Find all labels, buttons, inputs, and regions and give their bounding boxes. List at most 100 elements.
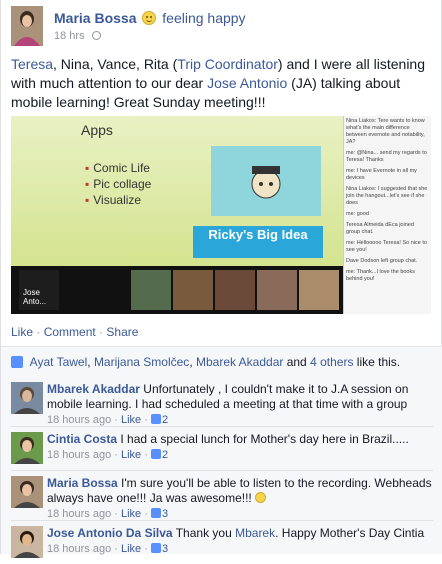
post-meta: 18 hrs [54, 30, 101, 42]
likes-separator: and [283, 355, 311, 369]
thumbs-up-icon [11, 356, 23, 368]
commenter-name-link[interactable]: Maria Bossa [47, 476, 118, 490]
comment-like-link[interactable]: Like [121, 543, 141, 555]
commenter-avatar[interactable] [11, 432, 43, 464]
participant-thumb[interactable] [257, 270, 297, 310]
comment-meta: 18 hours ago · Like · 2 [47, 448, 435, 463]
feeling-text[interactable]: feeling happy [162, 10, 245, 26]
post-header: Maria Bossa feeling happy 18 hrs [1, 0, 441, 52]
like-count-icon [150, 543, 161, 553]
commenter-avatar[interactable] [11, 526, 43, 558]
post-timestamp[interactable]: 18 hrs [54, 30, 85, 42]
separator-dot: · [111, 543, 121, 555]
participant-label: Jose Anto... [23, 288, 47, 306]
tagged-person-link[interactable]: Jose Antonio [207, 75, 287, 91]
likes-bar: Ayat Tawel, Marijana Smolčec, Mbarek Aka… [1, 346, 442, 376]
like-count-icon [150, 508, 161, 518]
comment-divider [11, 520, 433, 521]
comment-timestamp[interactable]: 18 hours ago [47, 449, 111, 461]
likes-suffix: like this. [353, 355, 401, 369]
like-count[interactable]: 2 [162, 449, 168, 461]
chat-message: me: I have Evernote in all my devices [346, 168, 417, 181]
slide: Apps Comic LifePic collageVisualize Rick… [11, 116, 343, 266]
like-count-icon [150, 449, 161, 459]
likes-separator: , [189, 355, 196, 369]
commenter-name-link[interactable]: Cintia Costa [47, 432, 117, 446]
hangout-strip: Jose Anto... [11, 266, 343, 314]
participant-thumb[interactable] [215, 270, 255, 310]
participant-thumb[interactable]: Jose Anto... [19, 270, 59, 310]
chat-message: Nina Liakos: Tere wants to know what's t… [346, 118, 425, 145]
comment: Cintia Costa I had a special lunch for M… [1, 426, 442, 470]
likes-others-link[interactable]: 4 others [310, 355, 353, 369]
separator-dot: · [111, 508, 121, 520]
globe-icon[interactable] [91, 31, 101, 40]
like-count-icon [150, 414, 161, 424]
separator-dot: · [141, 508, 151, 520]
slide-bullet: Comic Life [85, 160, 151, 176]
author-name[interactable]: Maria Bossa [54, 10, 136, 26]
divider [1, 346, 442, 347]
comment-timestamp[interactable]: 18 hours ago [47, 414, 111, 426]
liker-name-link[interactable]: Marijana Smolčec [94, 355, 189, 369]
share-link[interactable]: Share [106, 325, 138, 339]
author-line: Maria Bossa feeling happy [54, 10, 246, 26]
comment: Mbarek Akaddar Unfortunately , I couldn'… [1, 376, 442, 426]
participant-thumb[interactable] [131, 270, 171, 310]
chat-message: me: Thank...I love the books behind you! [346, 269, 415, 282]
likes-separator: , [87, 355, 94, 369]
comment-timestamp[interactable]: 18 hours ago [47, 543, 111, 555]
comment-like-link[interactable]: Like [121, 449, 141, 461]
comment-timestamp[interactable]: 18 hours ago [47, 508, 111, 520]
chat-message: Nina Liakos: I suggested that she join t… [346, 186, 428, 206]
chat-message: me: @Nina... send my regards to Teresa! … [346, 150, 427, 163]
post-text-segment: , Nina, Vance, Rita ( [53, 56, 178, 72]
like-count[interactable]: 2 [162, 414, 168, 426]
comment-body: Jose Antonio Da Silva Thank you Mbarek. … [47, 526, 435, 557]
participant-thumb[interactable] [299, 270, 339, 310]
separator-dot: · [141, 414, 151, 426]
separator-dot: · [141, 543, 151, 555]
sticker-title: Ricky's Big Idea [193, 226, 323, 258]
comment-meta: 18 hours ago · Like · 3 [47, 542, 435, 557]
commenter-avatar[interactable] [11, 476, 43, 508]
sticker-image [211, 146, 321, 216]
commenter-avatar[interactable] [11, 382, 43, 414]
mentioned-person-link[interactable]: Mbarek [235, 526, 275, 540]
happy-face-icon [142, 11, 157, 25]
slide-bullet: Pic collage [85, 176, 151, 192]
separator-dot: · [141, 449, 151, 461]
comment-text: . Happy Mother's Day Cintia [275, 526, 425, 540]
like-count[interactable]: 3 [162, 508, 168, 520]
like-link[interactable]: Like [11, 325, 33, 339]
chat-panel: Nina Liakos: Tere wants to know what's t… [343, 116, 431, 314]
separator-dot: · [36, 325, 44, 339]
commenter-name-link[interactable]: Jose Antonio Da Silva [47, 526, 173, 540]
tagged-person-link[interactable]: Trip Coordinator [177, 56, 278, 72]
liker-name-link[interactable]: Mbarek Akaddar [196, 355, 283, 369]
smile-emoji-icon [255, 492, 267, 503]
comment-link[interactable]: Comment [44, 325, 96, 339]
comment-divider [11, 426, 433, 427]
slide-title: Apps [81, 122, 113, 138]
comments-list: Mbarek Akaddar Unfortunately , I couldn'… [1, 376, 442, 558]
comment-like-link[interactable]: Like [121, 414, 141, 426]
post-image[interactable]: Apps Comic LifePic collageVisualize Rick… [11, 116, 431, 314]
facebook-post: Maria Bossa feeling happy 18 hrs Teresa,… [0, 0, 442, 558]
comment-body: Maria Bossa I'm sure you'll be able to l… [47, 476, 435, 522]
participant-thumb[interactable] [173, 270, 213, 310]
comment-text: Thank you [175, 526, 236, 540]
liker-name-link[interactable]: Ayat Tawel [30, 355, 88, 369]
author-avatar[interactable] [11, 6, 43, 46]
comment-divider [11, 470, 433, 471]
slide-bullets: Comic LifePic collageVisualize [85, 160, 151, 208]
chat-message: me: good [346, 211, 369, 217]
comment-text: I had a special lunch for Mother's day h… [120, 432, 409, 446]
comment-like-link[interactable]: Like [121, 508, 141, 520]
chat-message: Teresa Almeida dEca joined group chat. [346, 222, 414, 235]
tagged-person-link[interactable]: Teresa [11, 56, 53, 72]
like-count[interactable]: 3 [162, 543, 168, 555]
likes-summary: Ayat Tawel, Marijana Smolčec, Mbarek Aka… [11, 355, 400, 369]
commenter-name-link[interactable]: Mbarek Akaddar [47, 382, 140, 396]
separator-dot: · [111, 449, 121, 461]
